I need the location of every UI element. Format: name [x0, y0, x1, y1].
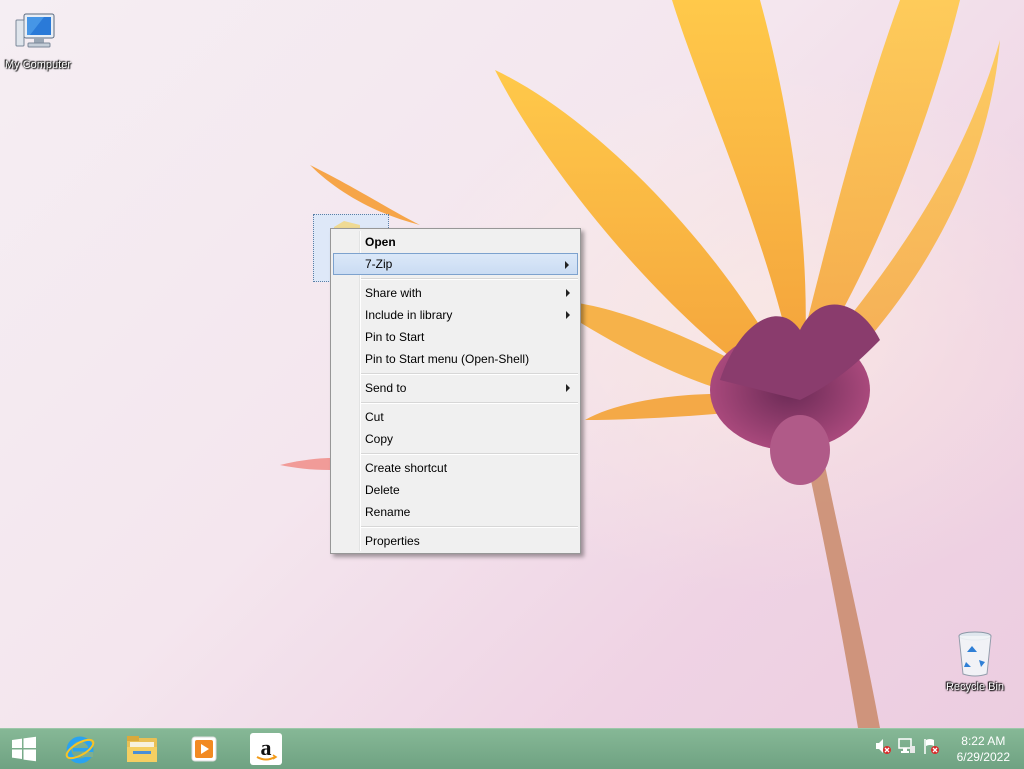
- taskbar: a 8:22 AM 6/29/2022: [0, 728, 1024, 769]
- menu-item-label: Include in library: [365, 308, 453, 322]
- taskbar-media-player[interactable]: [184, 731, 224, 767]
- menu-item-delete[interactable]: Delete: [333, 479, 578, 501]
- tray-network[interactable]: [898, 737, 916, 758]
- windows-start-icon: [12, 736, 36, 762]
- media-player-icon: [191, 736, 217, 762]
- menu-item-send-to[interactable]: Send to: [333, 377, 578, 399]
- clock-time: 8:22 AM: [961, 734, 1006, 748]
- action-center-flag-icon: [924, 739, 939, 754]
- file-explorer-icon: [127, 736, 157, 762]
- menu-item-label: Copy: [365, 432, 394, 446]
- clock-date: 6/29/2022: [956, 750, 1010, 764]
- menu-separator: [361, 526, 578, 528]
- taskbar-internet-explorer[interactable]: [60, 731, 100, 767]
- menu-item-cut[interactable]: Cut: [333, 406, 578, 428]
- start-button[interactable]: [4, 731, 44, 767]
- menu-separator: [361, 453, 578, 455]
- volume-muted-icon: [876, 739, 891, 754]
- submenu-arrow-icon: [566, 384, 570, 392]
- menu-item-label: 7-Zip: [365, 257, 393, 271]
- menu-separator: [361, 373, 578, 375]
- svg-text:a: a: [261, 735, 272, 760]
- menu-item-label: Create shortcut: [365, 461, 448, 475]
- desktop-icon-recycle-bin[interactable]: Recycle Bin: [935, 630, 1015, 694]
- menu-item-label: Pin to Start menu (Open-Shell): [365, 352, 530, 366]
- menu-item-label: Rename: [365, 505, 411, 519]
- menu-item-create-shortcut[interactable]: Create shortcut: [333, 457, 578, 479]
- submenu-arrow-icon: [565, 261, 569, 269]
- menu-separator: [361, 278, 578, 280]
- menu-item-include-in-library[interactable]: Include in library: [333, 304, 578, 326]
- desktop-icon-label: Recycle Bin: [945, 681, 1005, 693]
- menu-item-7zip[interactable]: 7-Zip: [333, 253, 578, 275]
- menu-separator: [361, 402, 578, 404]
- menu-item-label: Delete: [365, 483, 400, 497]
- menu-item-properties[interactable]: Properties: [333, 530, 578, 552]
- amazon-icon: a: [250, 733, 282, 765]
- submenu-arrow-icon: [566, 289, 570, 297]
- menu-item-label: Share with: [365, 286, 422, 300]
- menu-item-pin-to-start-menu[interactable]: Pin to Start menu (Open-Shell): [333, 348, 578, 370]
- menu-item-open[interactable]: Open: [333, 231, 578, 253]
- menu-item-label: Properties: [365, 534, 420, 548]
- context-menu: Open 7-Zip Share with Include in library…: [330, 228, 581, 554]
- desktop-icon-my-computer[interactable]: My Computer: [0, 8, 78, 72]
- tray-action-center[interactable]: [922, 737, 940, 758]
- menu-item-label: Open: [365, 235, 396, 249]
- taskbar-amazon[interactable]: a: [246, 731, 286, 767]
- taskbar-file-explorer[interactable]: [122, 731, 162, 767]
- menu-item-rename[interactable]: Rename: [333, 501, 578, 523]
- menu-item-label: Cut: [365, 410, 384, 424]
- network-icon: [898, 738, 915, 753]
- menu-item-pin-to-start[interactable]: Pin to Start: [333, 326, 578, 348]
- menu-item-label: Pin to Start: [365, 330, 425, 344]
- internet-explorer-icon: [65, 736, 95, 764]
- menu-item-copy[interactable]: Copy: [333, 428, 578, 450]
- submenu-arrow-icon: [566, 311, 570, 319]
- desktop[interactable]: My Computer Recycle Bin Open 7-Zip Share…: [0, 0, 1024, 728]
- recycle-bin-icon: [958, 631, 992, 677]
- menu-item-label: Send to: [365, 381, 407, 395]
- computer-icon: [15, 13, 55, 48]
- menu-item-share-with[interactable]: Share with: [333, 282, 578, 304]
- taskbar-clock[interactable]: 8:22 AM 6/29/2022: [957, 733, 1010, 765]
- desktop-icon-label: My Computer: [4, 59, 72, 71]
- tray-volume[interactable]: [874, 737, 892, 758]
